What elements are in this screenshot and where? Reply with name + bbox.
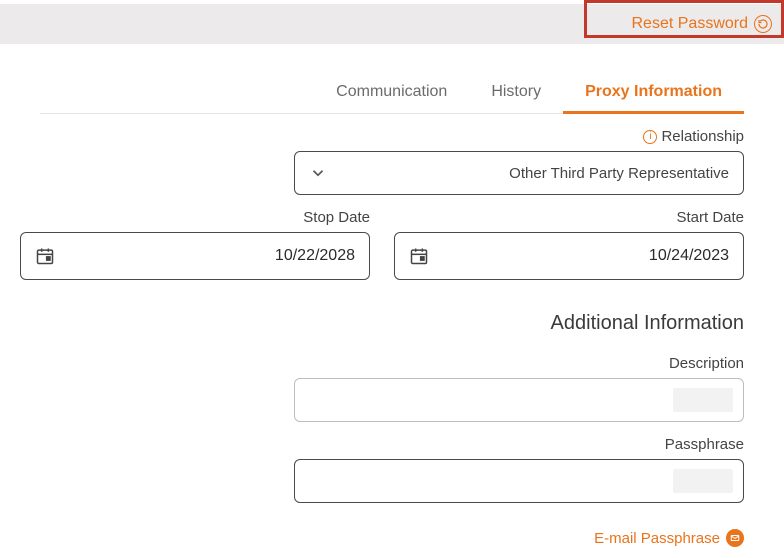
tabs: Proxy Information History Communication (40, 66, 744, 114)
description-label: Description (669, 355, 744, 372)
description-input[interactable] (294, 378, 744, 422)
tab-label: Communication (336, 83, 447, 100)
email-icon (726, 529, 744, 547)
email-passphrase-link[interactable]: E-mail Passphrase (594, 529, 744, 547)
passphrase-input[interactable] (294, 459, 744, 503)
tab-proxy-information[interactable]: Proxy Information (563, 73, 744, 113)
input-placeholder-pill (673, 469, 733, 493)
form-area: Relationship i Other Third Party Represe… (20, 128, 744, 548)
start-date-input[interactable]: 10/24/2023 (394, 232, 744, 280)
tab-communication[interactable]: Communication (314, 73, 469, 113)
email-passphrase-label: E-mail Passphrase (594, 530, 720, 547)
relationship-select[interactable]: Other Third Party Representative (294, 151, 744, 195)
relationship-label-text: Relationship (661, 128, 744, 145)
passphrase-label: Passphrase (665, 436, 744, 453)
header-bar: Reset Password (0, 4, 784, 44)
start-date-value: 10/24/2023 (649, 247, 729, 265)
additional-info-heading: Additional Information (20, 312, 744, 335)
stop-date-value: 10/22/2028 (275, 247, 355, 265)
tab-history[interactable]: History (469, 73, 563, 113)
tab-label: Proxy Information (585, 83, 722, 100)
relationship-selected: Other Third Party Representative (509, 165, 729, 182)
relationship-label: Relationship i (643, 128, 744, 145)
info-icon[interactable]: i (643, 130, 657, 144)
reset-password-link[interactable]: Reset Password (632, 9, 773, 39)
calendar-icon (409, 246, 429, 266)
reset-password-label: Reset Password (632, 15, 749, 33)
input-placeholder-pill (673, 388, 733, 412)
tab-label: History (491, 83, 541, 100)
calendar-icon (35, 246, 55, 266)
stop-date-input[interactable]: 10/22/2028 (20, 232, 370, 280)
stop-date-label: Stop Date (303, 209, 370, 226)
chevron-down-icon (309, 164, 327, 182)
reset-icon (754, 15, 772, 33)
start-date-label: Start Date (676, 209, 744, 226)
